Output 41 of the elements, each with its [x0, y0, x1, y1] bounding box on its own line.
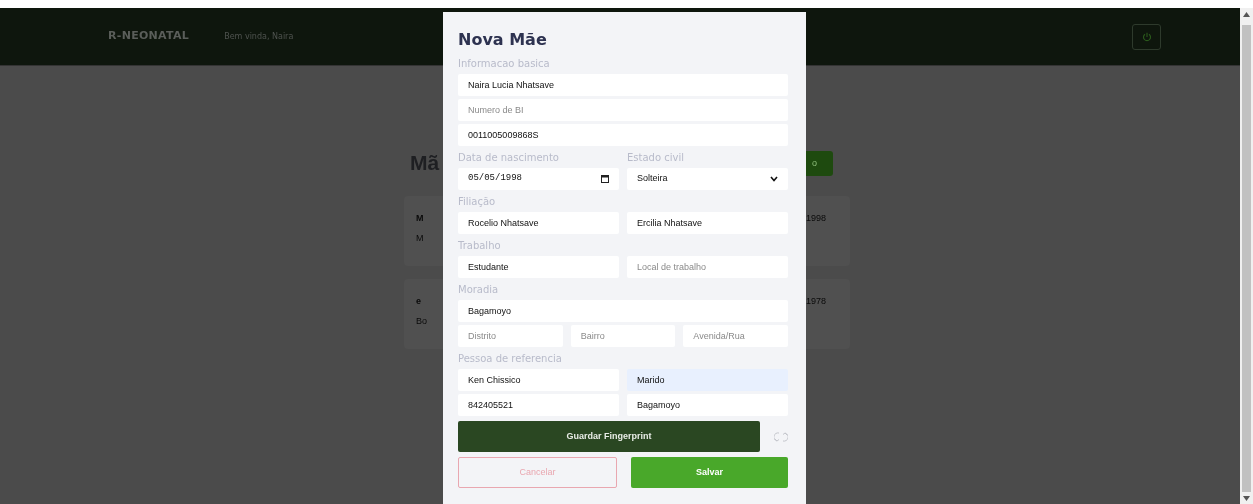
scrollbar[interactable] [1240, 8, 1253, 504]
input-field[interactable]: 842405521 [458, 394, 619, 416]
section-label: Trabalho [458, 239, 502, 253]
input-field[interactable]: Numero de BI [458, 99, 788, 121]
calendar-icon[interactable] [601, 175, 609, 183]
add-button[interactable]: o [806, 151, 833, 176]
input-field[interactable]: Ercilia Nhatsave [627, 212, 788, 234]
input-field[interactable]: Marido [627, 369, 788, 391]
field-label: Data de nascimento [458, 151, 560, 165]
input-field[interactable]: Bagamoyo [458, 300, 788, 322]
card-date: 1978 [806, 296, 827, 306]
input-field[interactable]: Local de trabalho [627, 256, 788, 278]
card-title: M [416, 212, 425, 225]
fingerprint-button[interactable]: Guardar Fingerprint [458, 421, 760, 452]
card-title: e [416, 295, 422, 308]
section-label: Informacao basica [458, 57, 551, 71]
input-field[interactable]: Naira Lucia Nhatsave [458, 74, 788, 96]
input-field[interactable]: Estudante [458, 256, 619, 278]
input-field[interactable]: Avenida/Rua [683, 325, 788, 347]
scroll-up-icon[interactable] [1243, 12, 1250, 17]
input-field[interactable]: Bagamoyo [627, 394, 788, 416]
scroll-down-icon[interactable] [1243, 496, 1250, 501]
chevron-down-icon[interactable] [770, 176, 778, 182]
card-date: 1998 [806, 213, 827, 223]
input-field[interactable]: Bairro [570, 325, 676, 347]
input-field[interactable]: Ken Chissico [458, 369, 619, 391]
select-field[interactable]: Solteira [627, 168, 788, 190]
card-text: Bo [416, 314, 428, 328]
date-field[interactable]: 05/05/1998 [458, 168, 619, 190]
input-field[interactable]: Distrito [458, 325, 563, 347]
input-field[interactable]: 0011005009868S [458, 124, 788, 146]
modal-title: Nova Mãe [458, 29, 548, 51]
section-label: Filiação [458, 195, 497, 209]
section-label: Moradia [458, 283, 500, 297]
input-field[interactable]: Rocelio Nhatsave [458, 212, 619, 234]
greeting-text: Bem vinda, Naira [224, 30, 294, 43]
power-icon [1141, 31, 1152, 42]
card-text: M [416, 231, 425, 245]
field-label: Estado civil [627, 151, 685, 165]
section-label: Pessoa de referencia [458, 352, 563, 366]
scrollbar-thumb[interactable] [1242, 25, 1251, 492]
